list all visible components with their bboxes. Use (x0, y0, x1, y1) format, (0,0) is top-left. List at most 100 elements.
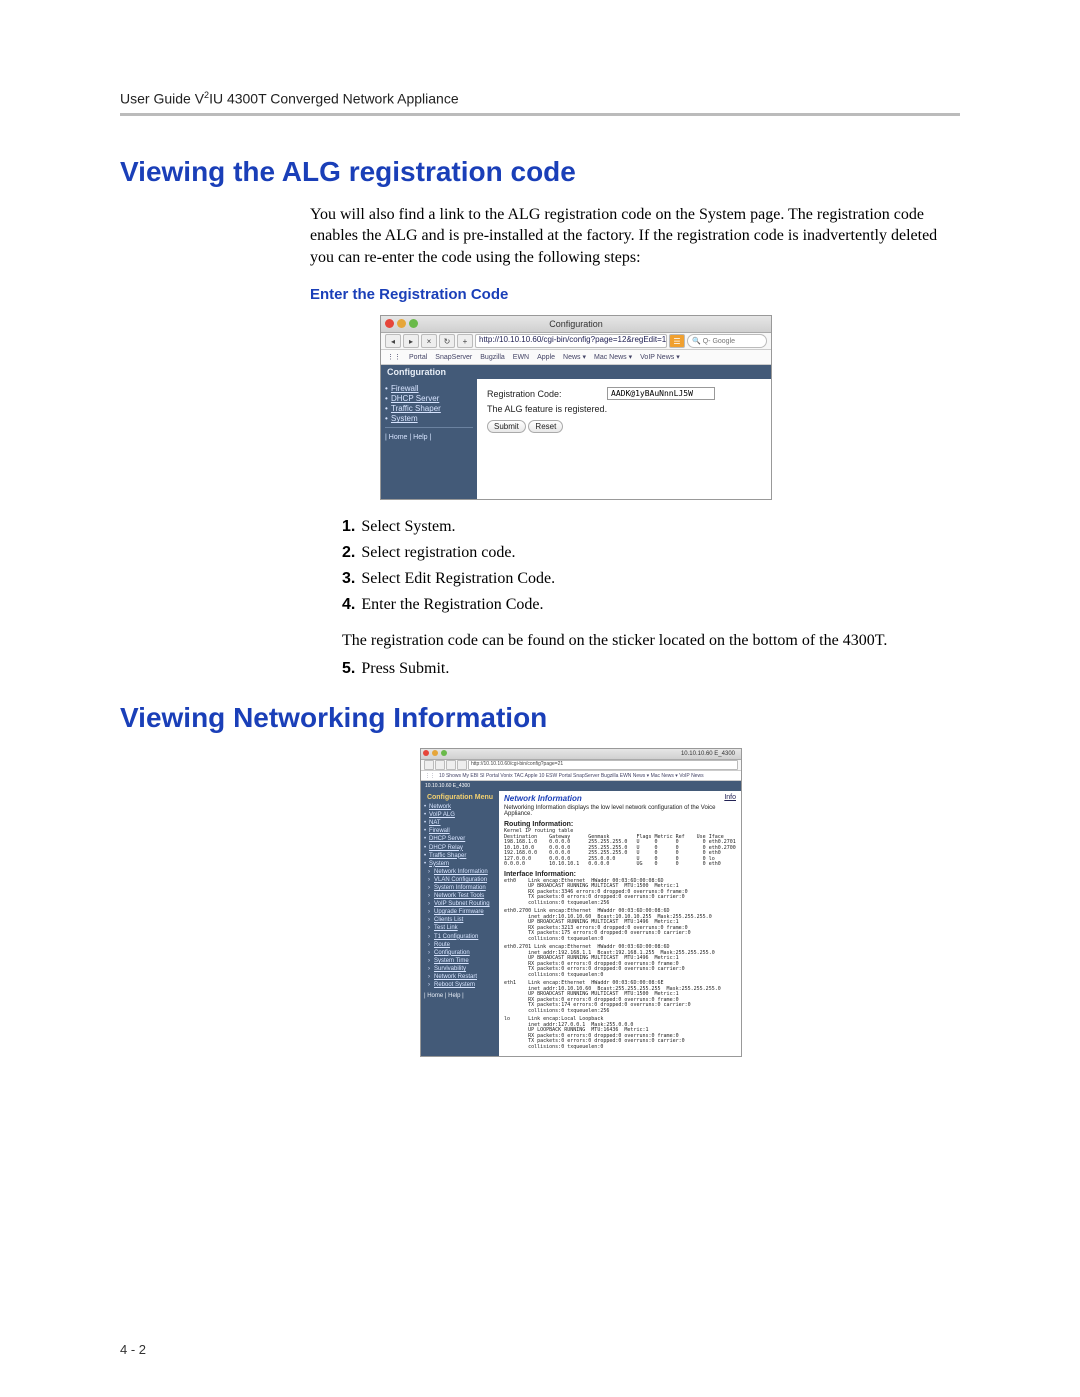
sidebar-item[interactable]: Traffic Shaper (424, 852, 496, 860)
sidebar-subitem[interactable]: System Information (424, 884, 496, 892)
browser-toolbar: ◂ ▸ × ↻ + http://10.10.10.60/cgi-bin/con… (381, 333, 771, 350)
reload-button[interactable] (446, 760, 456, 770)
browser-toolbar2: http://10.10.10.60/cgi-bin/config?page=2… (421, 760, 741, 771)
bookmark-menu-icon[interactable]: ⋮⋮ (387, 353, 401, 361)
step-5: Press Submit. (361, 660, 449, 677)
procedure-steps: 1.Select System. 2.Select registration c… (310, 518, 960, 614)
registration-panel: Registration Code: The ALG feature is re… (477, 379, 771, 499)
sidebar-item-system[interactable]: System (385, 414, 473, 423)
iface-eth1: eth1 Link encap:Ethernet HWaddr 00:03:6D… (504, 981, 736, 1014)
bookmark-item[interactable]: Mac News ▾ (594, 353, 632, 361)
sidebar-subitem[interactable]: Network Test Tools (424, 892, 496, 900)
iface-lo: lo Link encap:Local Loopback inet addr:1… (504, 1017, 736, 1050)
window-title2: 10.10.10.60 E_4300 (681, 751, 735, 757)
bookmark-item[interactable]: VoIP News ▾ (640, 353, 680, 361)
reload-button[interactable]: ↻ (439, 334, 455, 348)
reset-button[interactable]: Reset (528, 420, 563, 433)
host-row: 10.10.10.60 E_4300 (421, 781, 741, 791)
minimize-icon[interactable] (432, 750, 438, 756)
bookmarks-bar2: ⋮⋮ 10 Shows My EBI SI Portal Vonix TAC A… (421, 771, 741, 781)
forward-button[interactable] (435, 760, 445, 770)
registration-code-label: Registration Code: (487, 389, 607, 399)
add-button[interactable] (457, 760, 467, 770)
section1-paragraph: You will also find a link to the ALG reg… (310, 204, 960, 269)
bookmark-item[interactable]: EWN (513, 354, 529, 361)
stop-button[interactable]: × (421, 334, 437, 348)
iface-heading: Interface Information: (504, 871, 736, 878)
sidebar-item[interactable]: NAT (424, 819, 496, 827)
forward-button[interactable]: ▸ (403, 334, 419, 348)
sidebar-subitem[interactable]: Route (424, 941, 496, 949)
minimize-icon[interactable] (397, 319, 406, 328)
back-button[interactable]: ◂ (385, 334, 401, 348)
network-info-title: Network Information (504, 794, 736, 803)
url-field2[interactable]: http://10.10.10.60/cgi-bin/config?page=2… (468, 760, 738, 770)
bookmark-menu-icon[interactable]: ⋮⋮ (425, 773, 435, 779)
step-3: Select Edit Registration Code. (361, 570, 555, 587)
zoom-icon[interactable] (441, 750, 447, 756)
sidebar-subitem[interactable]: VLAN Configuration (424, 876, 496, 884)
network-info-desc: Networking Information displays the low … (504, 805, 736, 817)
sidebar-item[interactable]: System (424, 860, 496, 868)
subheading-enter-code: Enter the Registration Code (310, 286, 960, 303)
sidebar-subitem[interactable]: Network Restart (424, 973, 496, 981)
rss-button[interactable]: ☰ (669, 334, 685, 348)
bookmark-item[interactable]: News ▾ (563, 353, 586, 361)
iface-eth0-2701: eth0.2701 Link encap:Ethernet HWaddr 00:… (504, 945, 736, 978)
sidebar-item[interactable]: VoIP ALG (424, 811, 496, 819)
sidebar-subitem[interactable]: Clients List (424, 916, 496, 924)
routing-heading: Routing Information: (504, 821, 736, 828)
step-4-note: The registration code can be found on th… (342, 630, 960, 652)
screenshot-registration: Configuration ◂ ▸ × ↻ + http://10.10.10.… (380, 315, 772, 500)
sidebar-item[interactable]: DHCP Server (424, 835, 496, 843)
sidebar-subitem[interactable]: T1 Configuration (424, 933, 496, 941)
page-number: 4 - 2 (120, 1342, 146, 1357)
home-help-links2[interactable]: | Home | Help | (424, 993, 496, 999)
window-titlebar2: 10.10.10.60 E_4300 (421, 749, 741, 760)
section-heading-alg: Viewing the ALG registration code (120, 156, 960, 188)
search-field[interactable]: 🔍Q- Google (687, 334, 767, 348)
sidebar-subitem[interactable]: Network Information (424, 868, 496, 876)
registration-code-field[interactable] (607, 387, 715, 400)
network-info-panel: Info Network Information Networking Info… (499, 791, 741, 1056)
sidebar-subitem[interactable]: Upgrade Firmware (424, 908, 496, 916)
sidebar-subitem[interactable]: Test Link (424, 924, 496, 932)
close-icon[interactable] (385, 319, 394, 328)
home-help-links[interactable]: | Home | Help | (385, 434, 431, 441)
sidebar-subitem[interactable]: VoIP Subnet Routing (424, 900, 496, 908)
zoom-icon[interactable] (409, 319, 418, 328)
submit-button[interactable]: Submit (487, 420, 526, 433)
sidebar-subitem[interactable]: System Time (424, 957, 496, 965)
info-link[interactable]: Info (724, 794, 736, 801)
sidebar-subitem[interactable]: Configuration (424, 949, 496, 957)
config-header: Configuration (381, 365, 771, 379)
close-icon[interactable] (423, 750, 429, 756)
bookmarks-bar: ⋮⋮ Portal SnapServer Bugzilla EWN Apple … (381, 350, 771, 365)
iface-eth0-2700: eth0.2700 Link encap:Ethernet HWaddr 00:… (504, 909, 736, 942)
sidebar-item[interactable]: Firewall (424, 827, 496, 835)
sidebar-item-firewall[interactable]: Firewall (385, 384, 473, 393)
sidebar-subitem[interactable]: Survivability (424, 965, 496, 973)
sidebar-nav2: Configuration Menu Network VoIP ALG NAT … (421, 791, 499, 1056)
window-title: Configuration (549, 319, 603, 329)
sidebar-nav: Firewall DHCP Server Traffic Shaper Syst… (381, 379, 477, 499)
iface-eth0: eth0 Link encap:Ethernet HWaddr 00:03:6D… (504, 879, 736, 907)
bookmark-item[interactable]: Bugzilla (480, 354, 505, 361)
bookmark-item[interactable]: SnapServer (435, 354, 472, 361)
url-field[interactable]: http://10.10.10.60/cgi-bin/config?page=1… (475, 334, 667, 348)
section-heading-netinfo: Viewing Networking Information (120, 702, 960, 734)
bookmark-item[interactable]: Apple (537, 354, 555, 361)
sidebar-item[interactable]: DHCP Relay (424, 844, 496, 852)
sidebar-subitem[interactable]: Reboot System (424, 981, 496, 989)
bookmark-item[interactable]: Portal (409, 354, 427, 361)
header-sup: 2 (204, 90, 209, 100)
bookmark-items[interactable]: 10 Shows My EBI SI Portal Vonix TAC Appl… (439, 773, 704, 779)
sidebar-item[interactable]: Network (424, 803, 496, 811)
step-4: Enter the Registration Code. (361, 596, 543, 613)
back-button[interactable] (424, 760, 434, 770)
add-button[interactable]: + (457, 334, 473, 348)
step-1: Select System. (361, 518, 455, 535)
sidebar-item-dhcp[interactable]: DHCP Server (385, 394, 473, 403)
sidebar-item-traffic[interactable]: Traffic Shaper (385, 404, 473, 413)
window-titlebar: Configuration (381, 316, 771, 333)
